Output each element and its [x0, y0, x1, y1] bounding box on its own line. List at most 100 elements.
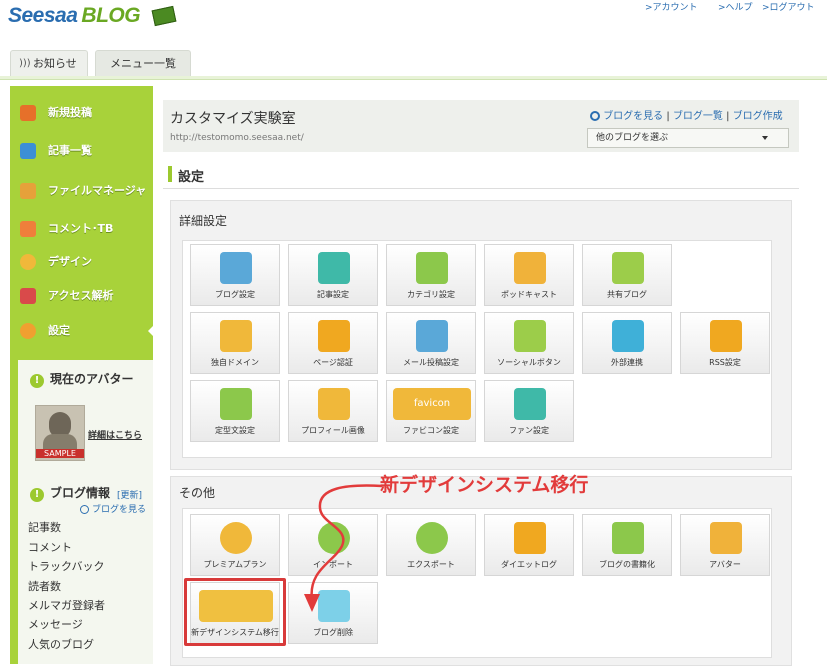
page-auth-button[interactable]: ページ認証: [288, 312, 378, 374]
button-label: 定型文設定: [215, 426, 255, 435]
article-settings-button[interactable]: 記事設定: [288, 244, 378, 306]
button-label: プレミアムプラン: [203, 560, 267, 569]
tools-icon: [220, 252, 252, 284]
podcast-icon: [514, 252, 546, 284]
book-publish-button[interactable]: ブログの書籍化: [582, 514, 672, 576]
sidebar-item-settings[interactable]: 設定: [18, 316, 158, 346]
sidebar-item-new-post[interactable]: 新規投稿: [18, 98, 158, 128]
button-label: カテゴリ設定: [407, 290, 455, 299]
arrow-circle-icon: [80, 505, 89, 514]
template-icon: [220, 388, 252, 420]
highlight-box: [184, 578, 286, 646]
category-settings-button[interactable]: カテゴリ設定: [386, 244, 476, 306]
blog-info-heading: ! ブログ情報: [30, 484, 110, 502]
blog-settings-button[interactable]: ブログ設定: [190, 244, 280, 306]
sidebar-item-file-manager[interactable]: ファイルマネージャ: [18, 176, 158, 206]
active-indicator: [148, 324, 155, 338]
tab-menu-list[interactable]: メニュー一覧: [95, 50, 191, 77]
stat-label: メルマガ登録者: [28, 599, 105, 612]
blog-links: ブログを見る | ブログ一覧 | ブログ作成: [590, 107, 783, 122]
annotation-label: 新デザインシステム移行: [380, 474, 589, 496]
sidebar-item-articles[interactable]: 記事一覧: [18, 136, 158, 166]
sidebar-item-design[interactable]: デザイン: [18, 247, 158, 277]
file-icon: [20, 183, 36, 199]
button-label: 外部連携: [611, 358, 643, 367]
profile-image-button[interactable]: プロフィール画像: [288, 380, 378, 442]
update-link[interactable]: [更新]: [117, 488, 142, 501]
divider: [163, 188, 799, 189]
shared-blog-button[interactable]: 共有ブログ: [582, 244, 672, 306]
book-logo-icon: [151, 5, 177, 27]
diet-icon: [514, 522, 546, 554]
diet-log-button[interactable]: ダイエットログ: [484, 514, 574, 576]
blog-url[interactable]: http://testomomo.seesaa.net/: [170, 133, 304, 143]
button-label: ページ認証: [313, 358, 353, 367]
premium-plan-button[interactable]: プレミアムプラン: [190, 514, 280, 576]
button-label: ブログ設定: [215, 290, 255, 299]
comment-icon: [20, 221, 36, 237]
template-text-button[interactable]: 定型文設定: [190, 380, 280, 442]
button-label: ファビコン設定: [403, 426, 459, 435]
social-icon: [514, 320, 546, 352]
podcast-button[interactable]: ポッドキャスト: [484, 244, 574, 306]
button-label: ブログ削除: [313, 628, 353, 637]
external-link-button[interactable]: 外部連携: [582, 312, 672, 374]
sidebar-item-analytics[interactable]: アクセス解析: [18, 281, 158, 311]
favicon-settings-button[interactable]: favicon ファビコン設定: [386, 380, 476, 442]
dropdown-arrow-icon: [762, 136, 768, 140]
favicon-icon: favicon: [393, 388, 471, 420]
export-button[interactable]: エクスポート: [386, 514, 476, 576]
other-title: その他: [179, 486, 216, 500]
blog-create-link[interactable]: ブログ作成: [733, 111, 783, 122]
sidebar-item-label: 記事一覧: [48, 144, 92, 157]
favicon-text: favicon: [413, 398, 451, 409]
annotation-arrow: [304, 484, 383, 612]
button-label: アバター: [709, 560, 741, 569]
button-label: ダイエットログ: [501, 560, 557, 569]
blog-list-link[interactable]: ブログ一覧: [673, 111, 723, 122]
stat-label: トラックバック: [28, 560, 105, 573]
book-icon: [612, 522, 644, 554]
seesaa-blog-logo[interactable]: Seesaa BLOG: [8, 4, 141, 28]
view-blog-label: ブログを見る: [92, 505, 147, 515]
avatar-detail-link[interactable]: 詳細はこちら: [88, 428, 142, 441]
stat-label: 記事数: [28, 521, 61, 534]
sidebar-item-label: ファイルマネージャ: [48, 184, 147, 197]
tab-news[interactable]: ))) お知らせ: [10, 50, 88, 77]
chart-icon: [20, 288, 36, 304]
article-icon: [318, 252, 350, 284]
view-blog-link[interactable]: ブログを見る: [80, 502, 146, 515]
blog-select-dropdown[interactable]: 他のブログを選ぶ: [587, 128, 789, 148]
rss-settings-button[interactable]: RSS設定: [680, 312, 770, 374]
mail-tools-icon: [416, 320, 448, 352]
palette-icon: [20, 254, 36, 270]
avatar-button[interactable]: アバター: [680, 514, 770, 576]
help-link[interactable]: >ヘルプ: [718, 0, 753, 13]
sync-icon: [612, 320, 644, 352]
tab-divider: [0, 76, 827, 80]
info-icon: !: [30, 374, 44, 388]
rss-icon: [710, 320, 742, 352]
avatar[interactable]: SAMPLE: [35, 405, 85, 461]
export-icon: [416, 522, 448, 554]
separator: |: [666, 111, 670, 122]
premium-icon: [220, 522, 252, 554]
avatar-title: 現在のアバター: [50, 372, 134, 386]
section-marker: [168, 166, 172, 182]
notebook-icon: [612, 252, 644, 284]
view-blog-link[interactable]: ブログを見る: [603, 111, 663, 122]
pencil-icon: [20, 105, 36, 121]
sidebar-item-label: デザイン: [48, 255, 92, 268]
folder-icon: [416, 252, 448, 284]
custom-domain-button[interactable]: 独自ドメイン: [190, 312, 280, 374]
mail-post-settings-button[interactable]: メール投稿設定: [386, 312, 476, 374]
blog-info-title: ブログ情報: [50, 486, 111, 500]
info-icon: !: [30, 488, 44, 502]
account-link[interactable]: >アカウント: [645, 0, 698, 13]
sidebar-item-comments[interactable]: コメント･TB: [18, 214, 158, 244]
logout-link[interactable]: >ログアウト: [762, 0, 815, 13]
logo-text: Seesaa: [8, 4, 78, 27]
fan-settings-button[interactable]: ファン設定: [484, 380, 574, 442]
social-button-settings[interactable]: ソーシャルボタン: [484, 312, 574, 374]
blog-title[interactable]: カスタマイズ実験室: [170, 108, 296, 128]
